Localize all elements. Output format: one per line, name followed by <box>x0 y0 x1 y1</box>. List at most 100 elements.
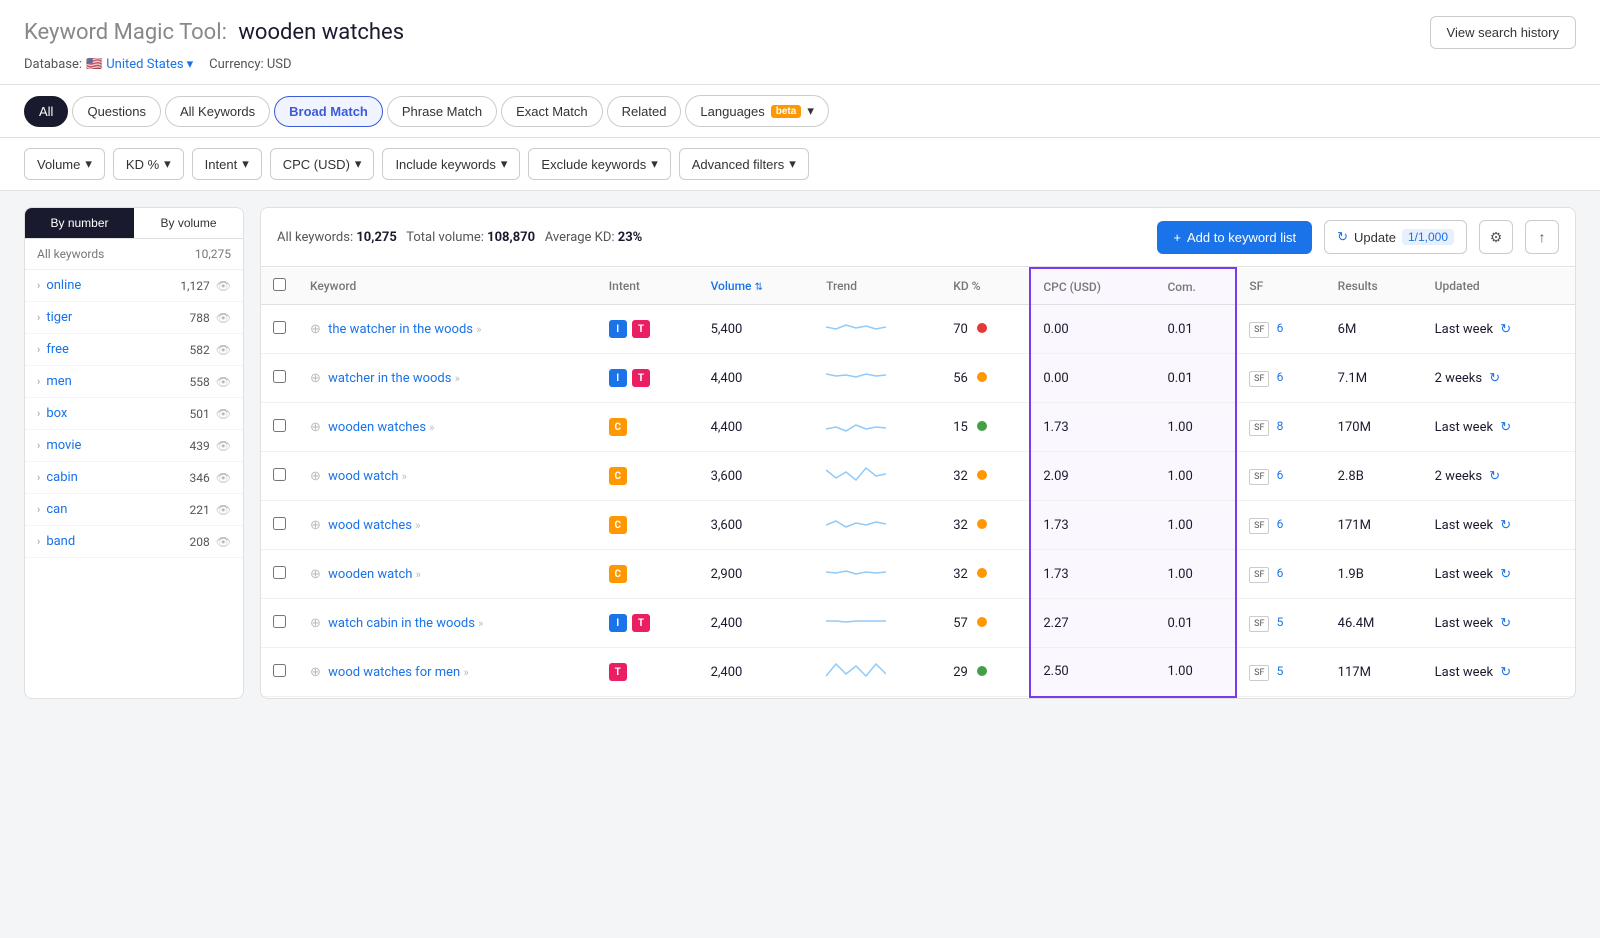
th-volume[interactable]: Volume ⇅ <box>699 268 815 305</box>
sf-number[interactable]: 5 <box>1277 615 1284 629</box>
add-to-keyword-list-button[interactable]: + Add to keyword list <box>1157 221 1312 254</box>
tab-phrase-match[interactable]: Phrase Match <box>387 96 497 127</box>
add-keyword-icon[interactable]: ⊕ <box>310 567 321 582</box>
eye-icon[interactable]: 👁 <box>216 439 231 453</box>
keyword-link[interactable]: wood watches for men <box>328 665 460 680</box>
keyword-link[interactable]: wood watch <box>328 469 398 484</box>
sidebar-item-box[interactable]: › box 501 👁 <box>25 398 243 430</box>
view-history-button[interactable]: View search history <box>1430 16 1576 49</box>
sf-number[interactable]: 6 <box>1277 321 1284 335</box>
refresh-icon[interactable]: ↻ <box>1489 371 1500 386</box>
row-checkbox[interactable] <box>273 370 286 383</box>
sf-number[interactable]: 6 <box>1277 517 1284 531</box>
sf-number[interactable]: 6 <box>1277 566 1284 580</box>
add-keyword-icon[interactable]: ⊕ <box>310 469 321 484</box>
sf-number[interactable]: 6 <box>1277 370 1284 384</box>
database-link[interactable]: United States ▾ <box>106 57 193 72</box>
eye-icon[interactable]: 👁 <box>216 535 231 549</box>
exclude-keywords-filter[interactable]: Exclude keywords ▾ <box>528 148 670 180</box>
eye-icon[interactable]: 👁 <box>216 471 231 485</box>
keyword-link[interactable]: watcher in the woods <box>328 371 451 386</box>
eye-icon[interactable]: 👁 <box>216 503 231 517</box>
tab-languages[interactable]: Languages beta ▾ <box>685 95 828 127</box>
sidebar-item-cabin[interactable]: › cabin 346 👁 <box>25 462 243 494</box>
arrow-right-icon[interactable]: » <box>429 421 434 434</box>
row-checkbox[interactable] <box>273 664 286 677</box>
row-checkbox[interactable] <box>273 419 286 432</box>
sidebar-item-free[interactable]: › free 582 👁 <box>25 334 243 366</box>
keyword-link[interactable]: watch cabin in the woods <box>328 616 475 631</box>
row-checkbox[interactable] <box>273 517 286 530</box>
keyword-link[interactable]: wooden watch <box>328 567 412 582</box>
tab-exact-match[interactable]: Exact Match <box>501 96 603 127</box>
keyword-link[interactable]: wood watches <box>328 518 412 533</box>
sidebar-item-band[interactable]: › band 208 👁 <box>25 526 243 558</box>
tab-all-keywords[interactable]: All Keywords <box>165 96 270 127</box>
add-keyword-icon[interactable]: ⊕ <box>310 518 321 533</box>
refresh-icon[interactable]: ↻ <box>1500 420 1511 435</box>
sidebar-item-movie[interactable]: › movie 439 👁 <box>25 430 243 462</box>
update-button[interactable]: ↻ Update 1/1,000 <box>1324 220 1467 254</box>
eye-icon[interactable]: 👁 <box>216 343 231 357</box>
kd-dot <box>977 617 987 627</box>
add-keyword-icon[interactable]: ⊕ <box>310 665 321 680</box>
settings-button[interactable]: ⚙ <box>1479 220 1513 254</box>
eye-icon[interactable]: 👁 <box>216 279 231 293</box>
sf-icon[interactable]: SF <box>1249 567 1269 583</box>
sidebar-item-online[interactable]: › online 1,127 👁 <box>25 270 243 302</box>
sf-icon[interactable]: SF <box>1249 665 1269 681</box>
export-button[interactable]: ↑ <box>1525 220 1559 254</box>
refresh-icon[interactable]: ↻ <box>1500 665 1511 680</box>
refresh-icon[interactable]: ↻ <box>1489 469 1500 484</box>
tab-questions[interactable]: Questions <box>72 96 161 127</box>
intent-filter[interactable]: Intent ▾ <box>192 148 262 180</box>
sf-number[interactable]: 8 <box>1277 419 1284 433</box>
add-keyword-icon[interactable]: ⊕ <box>310 420 321 435</box>
tab-broad-match[interactable]: Broad Match <box>274 96 383 127</box>
sf-number[interactable]: 6 <box>1277 468 1284 482</box>
tab-related[interactable]: Related <box>607 96 682 127</box>
row-checkbox[interactable] <box>273 615 286 628</box>
row-checkbox[interactable] <box>273 468 286 481</box>
sidebar-item-can[interactable]: › can 221 👁 <box>25 494 243 526</box>
include-keywords-filter[interactable]: Include keywords ▾ <box>382 148 520 180</box>
by-volume-button[interactable]: By volume <box>134 208 243 238</box>
row-checkbox[interactable] <box>273 321 286 334</box>
add-keyword-icon[interactable]: ⊕ <box>310 322 321 337</box>
sidebar-item-tiger[interactable]: › tiger 788 👁 <box>25 302 243 334</box>
tab-all[interactable]: All <box>24 96 68 127</box>
eye-icon[interactable]: 👁 <box>216 375 231 389</box>
sidebar-item-men[interactable]: › men 558 👁 <box>25 366 243 398</box>
keyword-link[interactable]: the watcher in the woods <box>328 322 473 337</box>
arrow-right-icon[interactable]: » <box>463 666 468 679</box>
arrow-right-icon[interactable]: » <box>402 470 407 483</box>
sf-icon[interactable]: SF <box>1249 518 1269 534</box>
select-all-checkbox[interactable] <box>273 278 286 291</box>
cpc-filter[interactable]: CPC (USD) ▾ <box>270 148 375 180</box>
sf-icon[interactable]: SF <box>1249 420 1269 436</box>
eye-icon[interactable]: 👁 <box>216 407 231 421</box>
kd-filter[interactable]: KD % ▾ <box>113 148 184 180</box>
add-keyword-icon[interactable]: ⊕ <box>310 371 321 386</box>
sf-icon[interactable]: SF <box>1249 322 1269 338</box>
add-keyword-icon[interactable]: ⊕ <box>310 616 321 631</box>
advanced-filters[interactable]: Advanced filters ▾ <box>679 148 809 180</box>
eye-icon[interactable]: 👁 <box>216 311 231 325</box>
sf-icon[interactable]: SF <box>1249 616 1269 632</box>
row-checkbox[interactable] <box>273 566 286 579</box>
sf-number[interactable]: 5 <box>1277 664 1284 678</box>
arrow-right-icon[interactable]: » <box>415 519 420 532</box>
refresh-icon[interactable]: ↻ <box>1500 322 1511 337</box>
arrow-right-icon[interactable]: » <box>455 372 460 385</box>
refresh-icon[interactable]: ↻ <box>1500 518 1511 533</box>
volume-filter[interactable]: Volume ▾ <box>24 148 105 180</box>
arrow-right-icon[interactable]: » <box>416 568 421 581</box>
sf-icon[interactable]: SF <box>1249 371 1269 387</box>
refresh-icon[interactable]: ↻ <box>1500 567 1511 582</box>
by-number-button[interactable]: By number <box>25 208 134 238</box>
refresh-icon[interactable]: ↻ <box>1500 616 1511 631</box>
keyword-link[interactable]: wooden watches <box>328 420 426 435</box>
arrow-right-icon[interactable]: » <box>478 617 483 630</box>
sf-icon[interactable]: SF <box>1249 469 1269 485</box>
arrow-right-icon[interactable]: » <box>476 323 481 336</box>
